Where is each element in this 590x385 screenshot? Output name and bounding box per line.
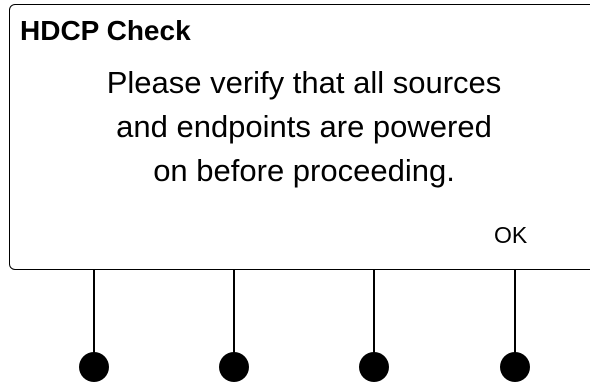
softkey-4[interactable]: [500, 270, 530, 385]
softkey-1-button[interactable]: [79, 352, 109, 382]
message-line-3: on before proceeding.: [153, 153, 455, 188]
ok-button[interactable]: OK: [494, 221, 527, 249]
softkey-3[interactable]: [359, 270, 389, 385]
softkey-3-line: [373, 270, 375, 360]
message-line-1: Please verify that all sources: [106, 65, 502, 100]
softkey-2[interactable]: [219, 270, 249, 385]
softkey-2-line: [233, 270, 235, 360]
softkey-2-button[interactable]: [219, 352, 249, 382]
softkey-1-line: [93, 270, 95, 360]
softkey-4-button[interactable]: [500, 352, 530, 382]
softkey-1[interactable]: [79, 270, 109, 385]
dialog-title: HDCP Check: [20, 15, 191, 46]
softkey-3-button[interactable]: [359, 352, 389, 382]
hdcp-check-dialog: HDCP Check Please verify that all source…: [9, 4, 590, 270]
message-line-2: and endpoints are powered: [116, 109, 492, 144]
dialog-message: Please verify that all sources and endpo…: [30, 61, 578, 193]
softkey-4-line: [514, 270, 516, 360]
